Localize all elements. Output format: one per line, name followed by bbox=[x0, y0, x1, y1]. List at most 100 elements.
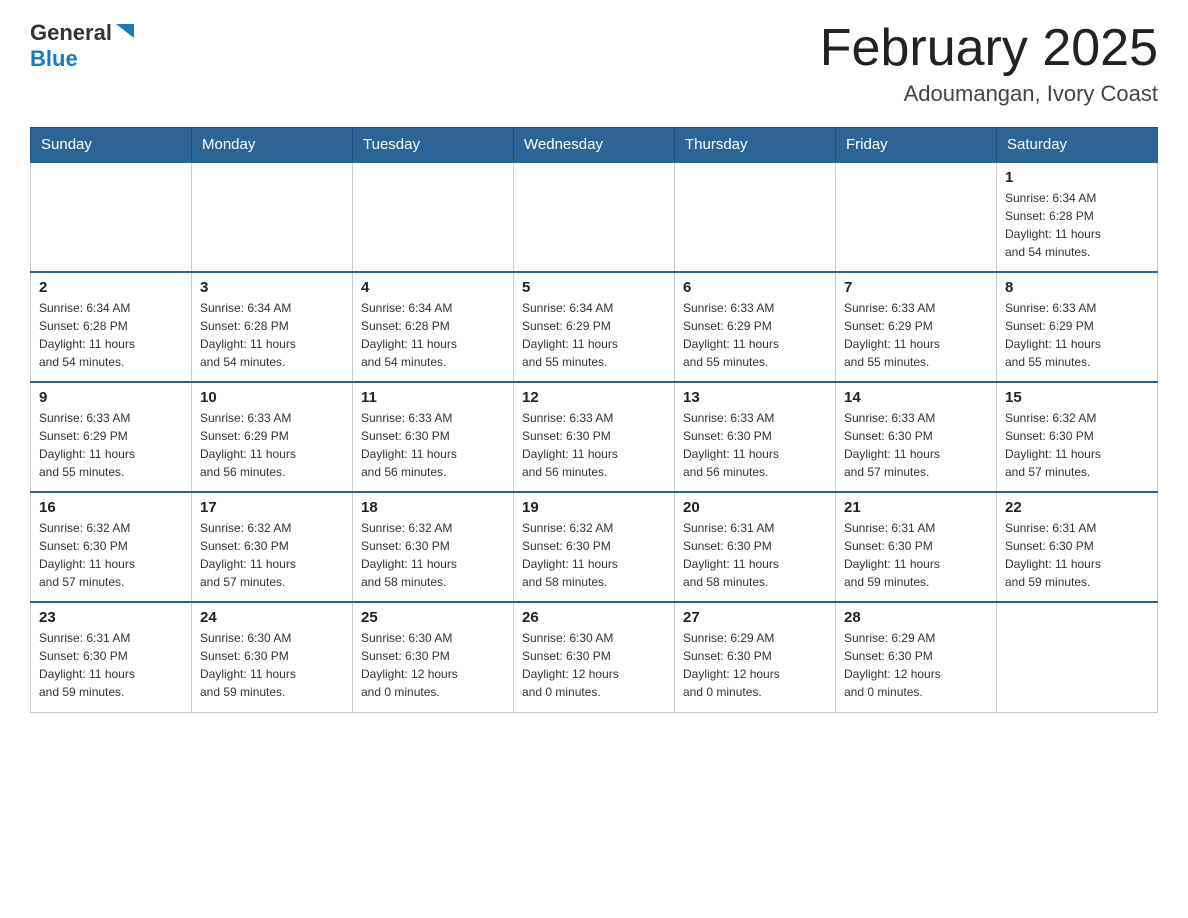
day-info: Sunrise: 6:29 AM Sunset: 6:30 PM Dayligh… bbox=[844, 631, 941, 699]
calendar-subtitle: Adoumangan, Ivory Coast bbox=[820, 81, 1158, 107]
cell-week2-day1: 3Sunrise: 6:34 AM Sunset: 6:28 PM Daylig… bbox=[192, 272, 353, 382]
week-row-1: 1 Sunrise: 6:34 AM Sunset: 6:28 PM Daylig… bbox=[31, 162, 1158, 272]
calendar-title: February 2025 bbox=[820, 20, 1158, 77]
day-info: Sunrise: 6:33 AM Sunset: 6:30 PM Dayligh… bbox=[361, 411, 457, 479]
day-number: 19 bbox=[522, 499, 666, 516]
day-info: Sunrise: 6:30 AM Sunset: 6:30 PM Dayligh… bbox=[200, 631, 296, 699]
week-row-2: 2 Sunrise: 6:34 AM Sunset: 6:28 PM Daylig… bbox=[31, 272, 1158, 382]
cell-week3-day1: 10Sunrise: 6:33 AM Sunset: 6:29 PM Dayli… bbox=[192, 382, 353, 492]
day-number: 28 bbox=[844, 609, 988, 626]
day-number: 10 bbox=[200, 389, 344, 406]
cell-week3-day2: 11 Sunrise: 6:33 AM Sunset: 6:30 PM Dayli… bbox=[353, 382, 514, 492]
day-info: Sunrise: 6:31 AM Sunset: 6:30 PM Dayligh… bbox=[844, 521, 940, 589]
cell-week3-day0: 9Sunrise: 6:33 AM Sunset: 6:29 PM Daylig… bbox=[31, 382, 192, 492]
cell-week1-day4 bbox=[675, 162, 836, 272]
col-sunday: Sunday bbox=[31, 128, 192, 163]
day-info: Sunrise: 6:34 AM Sunset: 6:28 PM Dayligh… bbox=[39, 301, 135, 369]
day-number: 23 bbox=[39, 609, 183, 626]
cell-week5-day3: 26Sunrise: 6:30 AM Sunset: 6:30 PM Dayli… bbox=[514, 602, 675, 712]
day-info: Sunrise: 6:32 AM Sunset: 6:30 PM Dayligh… bbox=[361, 521, 457, 589]
cell-week4-day4: 20 Sunrise: 6:31 AM Sunset: 6:30 PM Dayli… bbox=[675, 492, 836, 602]
cell-week2-day3: 5 Sunrise: 6:34 AM Sunset: 6:29 PM Daylig… bbox=[514, 272, 675, 382]
day-info: Sunrise: 6:33 AM Sunset: 6:29 PM Dayligh… bbox=[844, 301, 940, 369]
day-number: 15 bbox=[1005, 389, 1149, 406]
col-tuesday: Tuesday bbox=[353, 128, 514, 163]
cell-week1-day3 bbox=[514, 162, 675, 272]
day-number: 16 bbox=[39, 499, 183, 516]
day-info: Sunrise: 6:31 AM Sunset: 6:30 PM Dayligh… bbox=[1005, 521, 1101, 589]
day-info: Sunrise: 6:34 AM Sunset: 6:28 PM Dayligh… bbox=[361, 301, 457, 369]
logo-blue-text: Blue bbox=[30, 46, 78, 71]
cell-week3-day3: 12 Sunrise: 6:33 AM Sunset: 6:30 PM Dayli… bbox=[514, 382, 675, 492]
day-info: Sunrise: 6:33 AM Sunset: 6:29 PM Dayligh… bbox=[683, 301, 779, 369]
cell-week4-day3: 19 Sunrise: 6:32 AM Sunset: 6:30 PM Dayli… bbox=[514, 492, 675, 602]
cell-week2-day5: 7 Sunrise: 6:33 AM Sunset: 6:29 PM Daylig… bbox=[836, 272, 997, 382]
day-number: 14 bbox=[844, 389, 988, 406]
cell-week1-day6: 1 Sunrise: 6:34 AM Sunset: 6:28 PM Daylig… bbox=[997, 162, 1158, 272]
day-info: Sunrise: 6:31 AM Sunset: 6:30 PM Dayligh… bbox=[683, 521, 779, 589]
day-info: Sunrise: 6:34 AM Sunset: 6:29 PM Dayligh… bbox=[522, 301, 618, 369]
cell-week5-day1: 24Sunrise: 6:30 AM Sunset: 6:30 PM Dayli… bbox=[192, 602, 353, 712]
day-number: 2 bbox=[39, 279, 183, 296]
cell-week3-day5: 14 Sunrise: 6:33 AM Sunset: 6:30 PM Dayli… bbox=[836, 382, 997, 492]
logo: General Blue bbox=[30, 20, 136, 72]
cell-week2-day0: 2 Sunrise: 6:34 AM Sunset: 6:28 PM Daylig… bbox=[31, 272, 192, 382]
day-number: 18 bbox=[361, 499, 505, 516]
cell-week2-day2: 4 Sunrise: 6:34 AM Sunset: 6:28 PM Daylig… bbox=[353, 272, 514, 382]
cell-week5-day2: 25 Sunrise: 6:30 AM Sunset: 6:30 PM Dayli… bbox=[353, 602, 514, 712]
day-info: Sunrise: 6:33 AM Sunset: 6:29 PM Dayligh… bbox=[1005, 301, 1101, 369]
day-info: Sunrise: 6:29 AM Sunset: 6:30 PM Dayligh… bbox=[683, 631, 780, 699]
cell-week5-day4: 27 Sunrise: 6:29 AM Sunset: 6:30 PM Dayli… bbox=[675, 602, 836, 712]
day-info: Sunrise: 6:32 AM Sunset: 6:30 PM Dayligh… bbox=[200, 521, 296, 589]
cell-week1-day1 bbox=[192, 162, 353, 272]
day-number: 4 bbox=[361, 279, 505, 296]
day-info: Sunrise: 6:34 AM Sunset: 6:28 PM Dayligh… bbox=[1005, 191, 1101, 259]
day-info: Sunrise: 6:33 AM Sunset: 6:30 PM Dayligh… bbox=[844, 411, 940, 479]
cell-week4-day2: 18 Sunrise: 6:32 AM Sunset: 6:30 PM Dayli… bbox=[353, 492, 514, 602]
day-number: 12 bbox=[522, 389, 666, 406]
cell-week4-day6: 22 Sunrise: 6:31 AM Sunset: 6:30 PM Dayli… bbox=[997, 492, 1158, 602]
day-number: 11 bbox=[361, 389, 505, 406]
day-number: 20 bbox=[683, 499, 827, 516]
day-number: 3 bbox=[200, 279, 344, 296]
col-wednesday: Wednesday bbox=[514, 128, 675, 163]
cell-week3-day6: 15Sunrise: 6:32 AM Sunset: 6:30 PM Dayli… bbox=[997, 382, 1158, 492]
logo-arrow-icon bbox=[114, 20, 136, 42]
col-saturday: Saturday bbox=[997, 128, 1158, 163]
week-row-5: 23 Sunrise: 6:31 AM Sunset: 6:30 PM Dayli… bbox=[31, 602, 1158, 712]
day-info: Sunrise: 6:30 AM Sunset: 6:30 PM Dayligh… bbox=[361, 631, 458, 699]
day-info: Sunrise: 6:31 AM Sunset: 6:30 PM Dayligh… bbox=[39, 631, 135, 699]
day-number: 5 bbox=[522, 279, 666, 296]
col-monday: Monday bbox=[192, 128, 353, 163]
day-number: 27 bbox=[683, 609, 827, 626]
col-thursday: Thursday bbox=[675, 128, 836, 163]
day-info: Sunrise: 6:33 AM Sunset: 6:30 PM Dayligh… bbox=[683, 411, 779, 479]
day-info: Sunrise: 6:33 AM Sunset: 6:30 PM Dayligh… bbox=[522, 411, 618, 479]
day-number: 7 bbox=[844, 279, 988, 296]
cell-week2-day6: 8 Sunrise: 6:33 AM Sunset: 6:29 PM Daylig… bbox=[997, 272, 1158, 382]
cell-week4-day1: 17Sunrise: 6:32 AM Sunset: 6:30 PM Dayli… bbox=[192, 492, 353, 602]
cell-week4-day0: 16 Sunrise: 6:32 AM Sunset: 6:30 PM Dayli… bbox=[31, 492, 192, 602]
day-number: 6 bbox=[683, 279, 827, 296]
day-info: Sunrise: 6:33 AM Sunset: 6:29 PM Dayligh… bbox=[39, 411, 135, 479]
header-row: Sunday Monday Tuesday Wednesday Thursday… bbox=[31, 128, 1158, 163]
day-number: 13 bbox=[683, 389, 827, 406]
day-number: 22 bbox=[1005, 499, 1149, 516]
cell-week5-day6 bbox=[997, 602, 1158, 712]
cell-week1-day0 bbox=[31, 162, 192, 272]
calendar-table: Sunday Monday Tuesday Wednesday Thursday… bbox=[30, 127, 1158, 713]
week-row-3: 9Sunrise: 6:33 AM Sunset: 6:29 PM Daylig… bbox=[31, 382, 1158, 492]
cell-week2-day4: 6 Sunrise: 6:33 AM Sunset: 6:29 PM Daylig… bbox=[675, 272, 836, 382]
cell-week5-day5: 28 Sunrise: 6:29 AM Sunset: 6:30 PM Dayli… bbox=[836, 602, 997, 712]
cell-week5-day0: 23 Sunrise: 6:31 AM Sunset: 6:30 PM Dayli… bbox=[31, 602, 192, 712]
cell-week1-day5 bbox=[836, 162, 997, 272]
cell-week4-day5: 21Sunrise: 6:31 AM Sunset: 6:30 PM Dayli… bbox=[836, 492, 997, 602]
day-info: Sunrise: 6:32 AM Sunset: 6:30 PM Dayligh… bbox=[522, 521, 618, 589]
day-number: 8 bbox=[1005, 279, 1149, 296]
day-number: 1 bbox=[1005, 169, 1149, 186]
day-number: 25 bbox=[361, 609, 505, 626]
day-info: Sunrise: 6:32 AM Sunset: 6:30 PM Dayligh… bbox=[39, 521, 135, 589]
day-info: Sunrise: 6:30 AM Sunset: 6:30 PM Dayligh… bbox=[522, 631, 619, 699]
cell-week1-day2 bbox=[353, 162, 514, 272]
col-friday: Friday bbox=[836, 128, 997, 163]
